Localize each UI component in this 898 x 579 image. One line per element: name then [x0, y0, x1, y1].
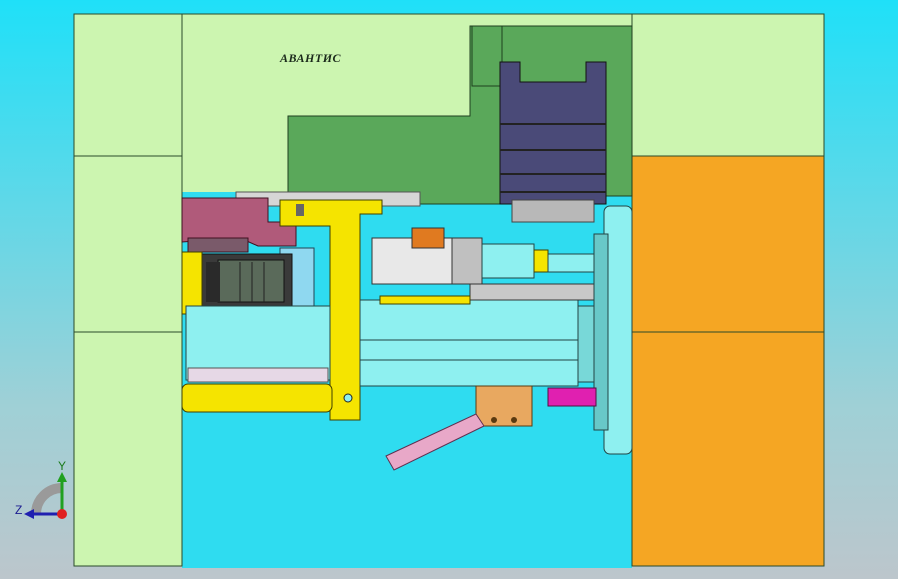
brand-logo: АВАНТИС	[280, 51, 342, 65]
triad-x-axis-dot	[57, 509, 67, 519]
assembly-drawing[interactable]	[0, 0, 898, 579]
lower-rail	[187, 367, 329, 383]
view-triad[interactable]	[14, 462, 84, 532]
small-yellow-plate	[379, 295, 471, 305]
servo-motor[interactable]	[199, 253, 293, 309]
carriage-plate-tab	[471, 25, 503, 87]
cad-viewport[interactable]	[0, 0, 898, 579]
triad-y-arrow	[57, 472, 67, 482]
clamp-block[interactable]	[475, 385, 533, 427]
chuck-flange[interactable]	[593, 205, 633, 455]
magenta-tool[interactable]	[547, 387, 597, 407]
left-cylinder-top[interactable]	[181, 251, 203, 315]
triad-rotation-arc	[31, 483, 63, 515]
axis-z-label: Z	[15, 503, 23, 517]
frame-right-column-lower[interactable]	[631, 155, 825, 567]
guide-block[interactable]	[499, 61, 607, 223]
frame-left-column[interactable]	[73, 13, 183, 567]
triad-z-arrow	[24, 509, 34, 519]
lower-yellow-rod[interactable]	[181, 383, 333, 413]
frame-right-column-upper[interactable]	[631, 13, 825, 157]
slide-table[interactable]	[469, 283, 601, 301]
axis-y-label: Y	[58, 459, 67, 473]
